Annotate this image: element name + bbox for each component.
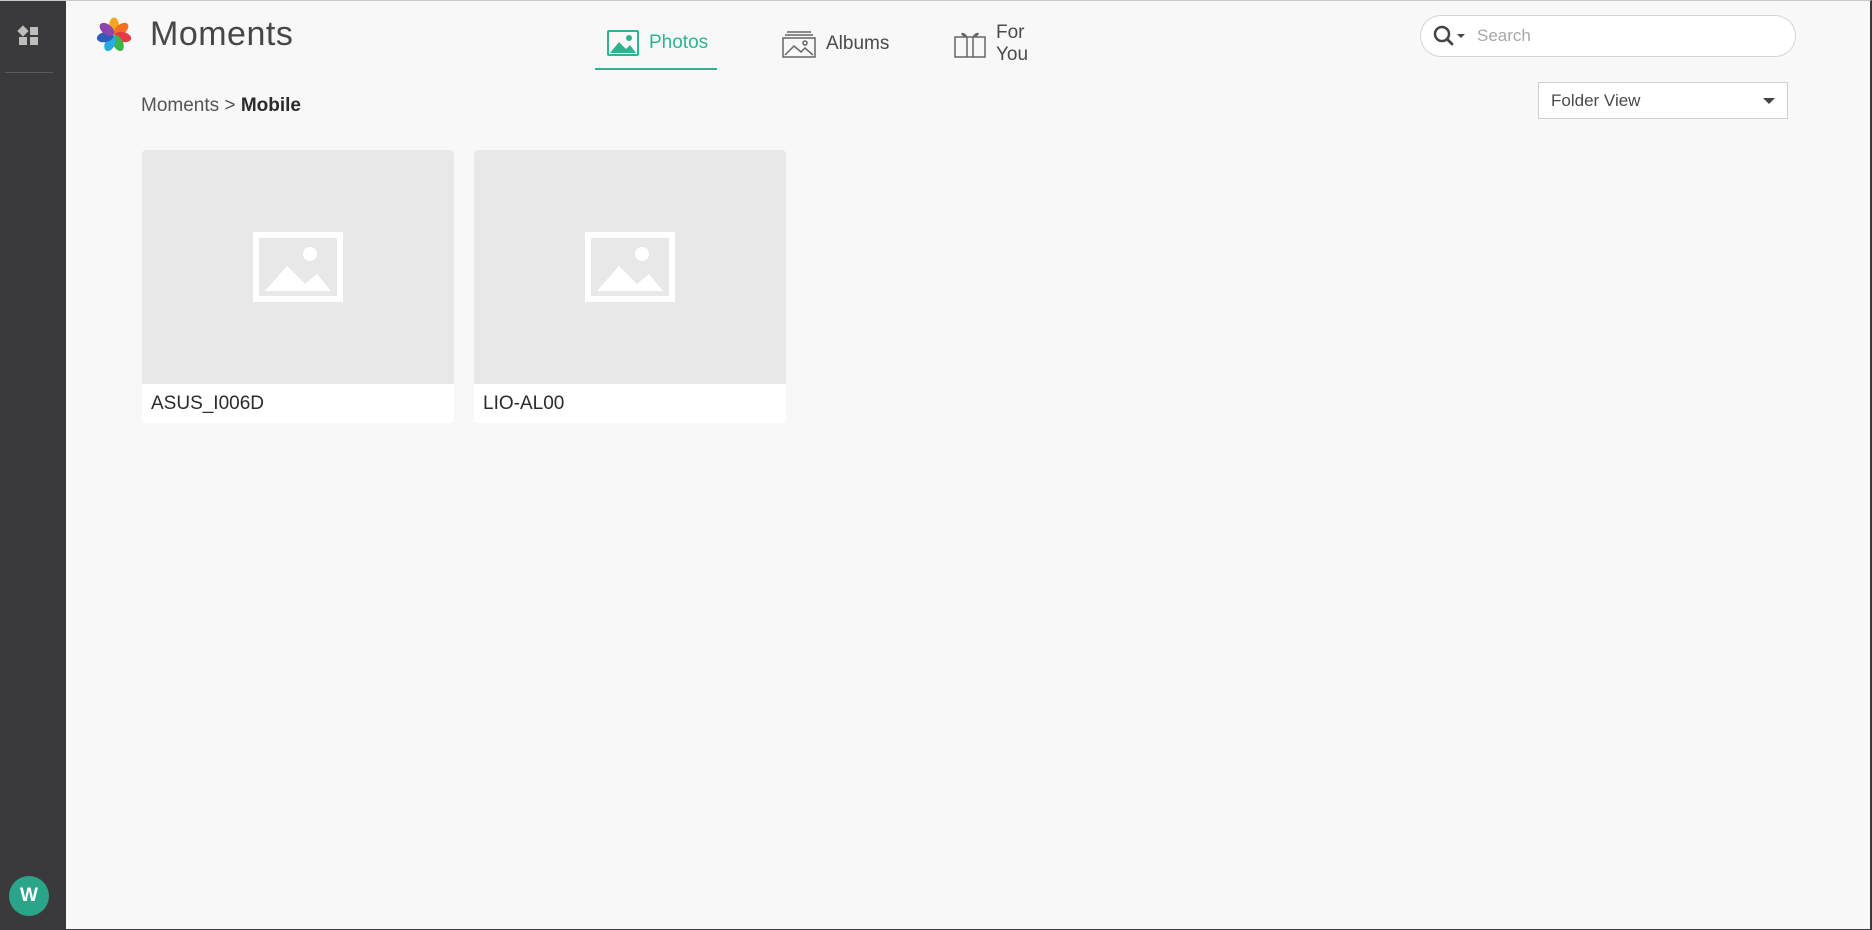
folder-card[interactable]: LIO-AL00 bbox=[474, 150, 786, 423]
gift-icon bbox=[954, 30, 986, 58]
pinwheel-logo-icon bbox=[96, 17, 132, 51]
app-window: W Moments Photos Albums For You Search M… bbox=[0, 0, 1872, 930]
left-sidebar: W bbox=[0, 1, 66, 929]
folder-thumbnail bbox=[474, 150, 786, 384]
sidebar-divider bbox=[5, 72, 53, 73]
image-placeholder-icon bbox=[253, 232, 343, 302]
folder-name: LIO-AL00 bbox=[483, 392, 565, 414]
tab-photos[interactable]: Photos bbox=[595, 17, 717, 70]
app-title: Moments bbox=[150, 15, 294, 53]
album-stack-icon bbox=[782, 30, 816, 58]
tab-albums-label: Albums bbox=[826, 32, 890, 54]
user-avatar[interactable]: W bbox=[9, 876, 49, 916]
tab-albums[interactable]: Albums bbox=[770, 17, 896, 70]
search-box bbox=[1420, 15, 1796, 57]
app-logo: Moments bbox=[96, 15, 293, 54]
tab-for-you[interactable]: For You bbox=[942, 17, 1072, 70]
image-placeholder-icon bbox=[585, 232, 675, 302]
search-icon[interactable] bbox=[1433, 25, 1467, 47]
view-mode-selected: Folder View bbox=[1551, 90, 1641, 110]
folder-thumbnail bbox=[142, 150, 454, 384]
tab-for-you-label: For You bbox=[996, 21, 1029, 65]
breadcrumb-parent[interactable]: Moments bbox=[141, 95, 219, 116]
breadcrumb: Moments > Mobile bbox=[141, 95, 301, 117]
chevron-down-icon bbox=[1763, 97, 1775, 104]
photo-icon bbox=[607, 29, 639, 56]
breadcrumb-current: Mobile bbox=[240, 95, 301, 116]
apps-grid-icon[interactable] bbox=[14, 21, 44, 51]
search-input[interactable] bbox=[1477, 26, 1767, 46]
folder-card[interactable]: ASUS_I006D bbox=[142, 150, 454, 423]
view-mode-select[interactable]: Folder View bbox=[1538, 82, 1788, 119]
main-content: Moments Photos Albums For You Search Mom… bbox=[66, 1, 1870, 929]
tab-photos-label: Photos bbox=[649, 31, 709, 53]
breadcrumb-separator: > bbox=[224, 95, 236, 116]
folder-name: ASUS_I006D bbox=[151, 392, 265, 414]
